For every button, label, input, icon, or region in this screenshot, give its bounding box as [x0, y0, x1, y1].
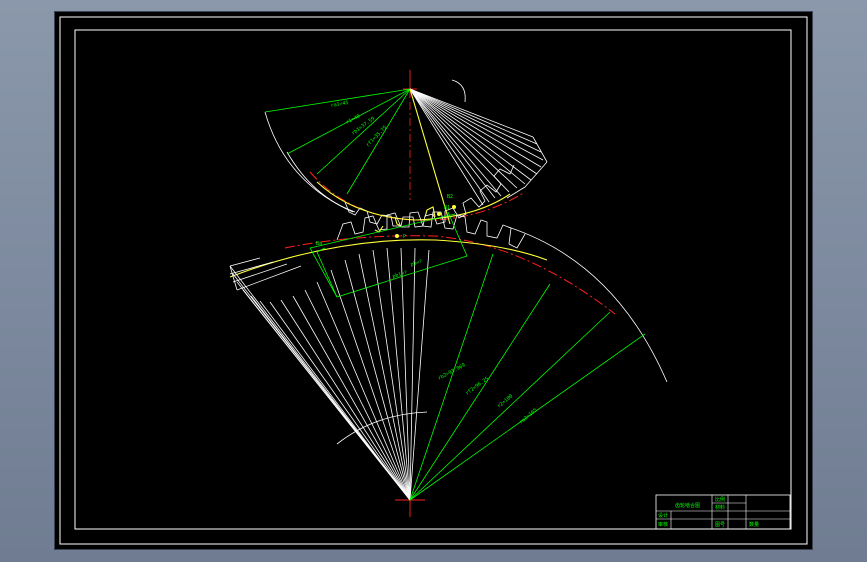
lower-addendum-arc: [507, 226, 668, 383]
label-Ba: Ba: [316, 241, 322, 247]
upper-pitch-circle: [309, 171, 526, 221]
action-rect-side: [316, 251, 338, 298]
lower-fan: [229, 247, 430, 501]
lower-gear: rb2=93.969 rf2=96.25 r2=100 ra2=105: [229, 211, 668, 517]
tb-cell-quantity: 数量: [749, 521, 759, 528]
dim-label-rb2: rb2=93.969: [437, 362, 466, 381]
upper-addendum-arc: [264, 111, 354, 213]
lower-working-profile: [229, 239, 548, 278]
tb-cell-review: 审核: [658, 521, 668, 528]
dim-label-rf2: rf2=96.25: [465, 376, 490, 397]
pitch-point: [395, 234, 399, 238]
label-pb: pb=?: [410, 259, 423, 268]
label-B2: B2: [447, 194, 453, 200]
tb-cell-drawing-no: 图号: [715, 522, 725, 528]
contact-point-B2: [452, 205, 456, 209]
title-block: 齿轮啮合图 设计 审核 比例 材料 图号 数量: [655, 494, 791, 530]
title-block-title: 齿轮啮合图: [675, 502, 700, 509]
tb-cell-design: 设计: [658, 512, 668, 519]
upper-teeth: [344, 164, 515, 228]
tb-cell-scale: 比例: [715, 496, 725, 503]
label-P: P: [403, 234, 406, 240]
label-B1: B1: [444, 205, 450, 211]
upper-arc-top: [451, 79, 466, 103]
label-pb1: pb1=?: [392, 270, 408, 280]
upper-working-profile: [316, 181, 511, 221]
drawing-sheet: ra1=45 r1=40 rb1=37.59 rf1=35.75 rb2=93.…: [55, 12, 812, 549]
lower-small-arc: [336, 411, 428, 445]
contact-point-B1: [437, 212, 441, 216]
outer-frame: [59, 16, 808, 545]
gear-mesh-drawing: ra1=45 r1=40 rb1=37.59 rf1=35.75 rb2=93.…: [59, 16, 808, 545]
dim-label-r1: r1=40: [345, 113, 361, 125]
action-rect: [309, 211, 468, 298]
dim-label-ra2: ra2=105: [518, 407, 538, 425]
action-line: [309, 213, 456, 249]
upper-arc-inner: [286, 151, 356, 213]
dim-label-r2: r2=100: [496, 393, 514, 409]
tb-cell-material: 材料: [715, 504, 725, 511]
line-of-action: B1 B2 P Ba pb=? pb1=?: [309, 194, 468, 298]
upper-fan: [409, 88, 548, 206]
upper-gear: ra1=45 r1=40 rb1=37.59 rf1=35.75: [264, 70, 548, 228]
